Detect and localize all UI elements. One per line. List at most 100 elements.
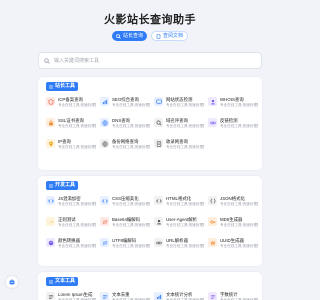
svg-text:.*: .* [48, 220, 52, 224]
tool-item[interactable]: ICP备案查询专业在线工具,快速处理数据 [46, 96, 96, 114]
text-icon [46, 292, 55, 300]
category-label: 文本工具 [55, 278, 76, 284]
tool-desc: 专业在线工具,快速处理数据 [166, 223, 204, 227]
tool-item[interactable]: HTML格式化专业在线工具,快速处理数据 [154, 195, 204, 213]
tool-desc: 专业在线工具,快速处理数据 [220, 223, 258, 227]
globe-icon [100, 118, 109, 127]
tool-desc: 专业在线工具,快速处理数据 [58, 124, 96, 128]
search-icon [154, 118, 163, 127]
tool-desc: 专业在线工具,快速处理数据 [166, 103, 204, 107]
tool-desc: 专业在线工具,快速处理数据 [58, 145, 96, 149]
tool-desc: 专业在线工具,快速处理数据 [112, 202, 150, 206]
category-card-dev: 开发工具 JS混淆加密专业在线工具,快速处理数据 CSS压缩美化专业在线工具,快速… [38, 176, 262, 266]
tool-item[interactable]: 域名评查询专业在线工具,快速处理数据 [154, 117, 204, 135]
tool-desc: 专业在线工具,快速处理数据 [166, 244, 204, 248]
tool-text: DNS查询专业在线工具,快速处理数据 [112, 118, 150, 129]
tool-item[interactable]: Base64编解码专业在线工具,快速处理数据 [100, 216, 150, 234]
tool-desc: 专业在线工具,快速处理数据 [112, 223, 150, 227]
text-icon [100, 292, 109, 300]
tool-desc: 专业在线工具,快速处理数据 [58, 244, 96, 248]
tool-desc: 专业在线工具,快速处理数据 [112, 124, 150, 128]
tool-item[interactable]: JS混淆加密专业在线工具,快速处理数据 [46, 195, 96, 213]
site-query-label: 站长查询 [122, 33, 143, 39]
tool-item[interactable]: Lorem Ipsum生成专业在线工具,快速处理数据 [46, 291, 96, 300]
category-badge: 站长工具 [46, 82, 79, 91]
tool-item[interactable]: UTF8编解码专业在线工具,快速处理数据 [100, 237, 150, 255]
tool-text: 网站状态检测专业在线工具,快速处理数据 [166, 97, 204, 108]
tool-item[interactable]: UUID生成器专业在线工具,快速处理数据 [208, 237, 258, 255]
tool-item[interactable]: 颜色转换器专业在线工具,快速处理数据 [46, 237, 96, 255]
tool-item[interactable]: 文本统计分析专业在线工具,快速处理数据 [154, 291, 204, 300]
tool-grid: JS混淆加密专业在线工具,快速处理数据 CSS压缩美化专业在线工具,快速处理数据 H… [46, 195, 258, 255]
tool-text: UUID生成器专业在线工具,快速处理数据 [220, 238, 258, 249]
code-icon [100, 196, 109, 205]
category-badge: 开发工具 [46, 181, 79, 190]
globe-icon [100, 139, 109, 148]
tool-text: 域名评查询专业在线工具,快速处理数据 [166, 118, 204, 129]
robot-icon [9, 278, 15, 285]
code-icon [46, 196, 55, 205]
tool-text: 文本去重专业在线工具,快速处理数据 [112, 292, 150, 300]
lock-icon [46, 118, 55, 127]
tool-desc: 专业在线工具,快速处理数据 [166, 202, 204, 206]
tool-item[interactable]: SEO综合查询专业在线工具,快速处理数据 [100, 96, 150, 114]
tool-item[interactable]: IP查询专业在线工具,快速处理数据 [46, 138, 96, 156]
grid-icon [49, 279, 53, 284]
tool-desc: 专业在线工具,快速处理数据 [220, 244, 258, 248]
tool-item[interactable]: .* 正则测试专业在线工具,快速处理数据 [46, 216, 96, 234]
tool-desc: 专业在线工具,快速处理数据 [58, 202, 96, 206]
tool-item[interactable]: 字数统计专业在线工具,快速处理数据 [208, 291, 258, 300]
category-label: 站长工具 [55, 83, 76, 89]
tool-item[interactable]: 反链检测专业在线工具,快速处理数据 [208, 117, 258, 135]
doc-icon [156, 33, 161, 39]
shield-icon [46, 97, 55, 106]
tool-text: CSS压缩美化专业在线工具,快速处理数据 [112, 196, 150, 207]
tool-item[interactable]: WHOIS查询专业在线工具,快速处理数据 [208, 96, 258, 114]
tool-desc: 专业在线工具,快速处理数据 [166, 124, 204, 128]
search-box [38, 52, 262, 69]
tool-text: 颜色转换器专业在线工具,快速处理数据 [58, 238, 96, 249]
tool-item[interactable]: URL解析器专业在线工具,快速处理数据 [154, 237, 204, 255]
tool-item[interactable]: DNS查询专业在线工具,快速处理数据 [100, 117, 150, 135]
tool-item[interactable]: SSL证书查询专业在线工具,快速处理数据 [46, 117, 96, 135]
category-card-text: 文本工具 Lorem Ipsum生成专业在线工具,快速处理数据 文本去重专业在线工… [38, 272, 262, 300]
tool-item[interactable]: 备份网络查询专业在线工具,快速处理数据 [100, 138, 150, 156]
tool-item[interactable]: MD5生成器专业在线工具,快速处理数据 [208, 216, 258, 234]
docs-button[interactable]: 查阅文档 [151, 31, 189, 41]
assistant-button[interactable] [6, 276, 18, 288]
tool-desc: 专业在线工具,快速处理数据 [220, 202, 258, 206]
tool-desc: 专业在线工具,快速处理数据 [220, 103, 258, 107]
link-icon [208, 118, 217, 127]
user-icon [208, 97, 217, 106]
tool-desc: 专业在线工具,快速处理数据 [112, 244, 150, 248]
tool-grid: Lorem Ipsum生成专业在线工具,快速处理数据 文本去重专业在线工具,快速处… [46, 291, 258, 300]
tool-text: 字数统计专业在线工具,快速处理数据 [220, 292, 258, 300]
tool-item[interactable]: JSON格式化专业在线工具,快速处理数据 [208, 195, 258, 213]
tool-text: SSL证书查询专业在线工具,快速处理数据 [58, 118, 96, 129]
search-icon [116, 33, 121, 39]
grid-icon [49, 84, 53, 89]
hash-icon [208, 238, 217, 247]
page: 火影站长查询助手 站长查询 查阅文档 站长工具 ICP备案查询专业在线工具,快速… [0, 0, 300, 300]
tool-text: User-Agent解析专业在线工具,快速处理数据 [166, 217, 204, 228]
tool-item[interactable]: 收录网查询专业在线工具,快速处理数据 [154, 138, 204, 156]
tool-item[interactable]: User-Agent解析专业在线工具,快速处理数据 [154, 216, 204, 234]
search-input[interactable] [54, 56, 234, 65]
pin-icon [46, 139, 55, 148]
tool-text: JSON格式化专业在线工具,快速处理数据 [220, 196, 258, 207]
code-icon [154, 196, 163, 205]
tool-text: HTML格式化专业在线工具,快速处理数据 [166, 196, 204, 207]
tool-item[interactable]: 文本去重专业在线工具,快速处理数据 [100, 291, 150, 300]
tool-item[interactable]: CSS压缩美化专业在线工具,快速处理数据 [100, 195, 150, 213]
tool-item[interactable]: 网站状态检测专业在线工具,快速处理数据 [154, 96, 204, 114]
tool-desc: 专业在线工具,快速处理数据 [112, 145, 150, 149]
grid-icon [49, 183, 53, 188]
site-query-button[interactable]: 站长查询 [111, 31, 147, 41]
chart-icon [100, 97, 109, 106]
tool-text: SEO综合查询专业在线工具,快速处理数据 [112, 97, 150, 108]
tool-text: IP查询专业在线工具,快速处理数据 [58, 139, 96, 150]
tool-text: ICP备案查询专业在线工具,快速处理数据 [58, 97, 96, 108]
tool-text: JS混淆加密专业在线工具,快速处理数据 [58, 196, 96, 207]
chart-icon [154, 292, 163, 300]
tool-text: 反链检测专业在线工具,快速处理数据 [220, 118, 258, 129]
